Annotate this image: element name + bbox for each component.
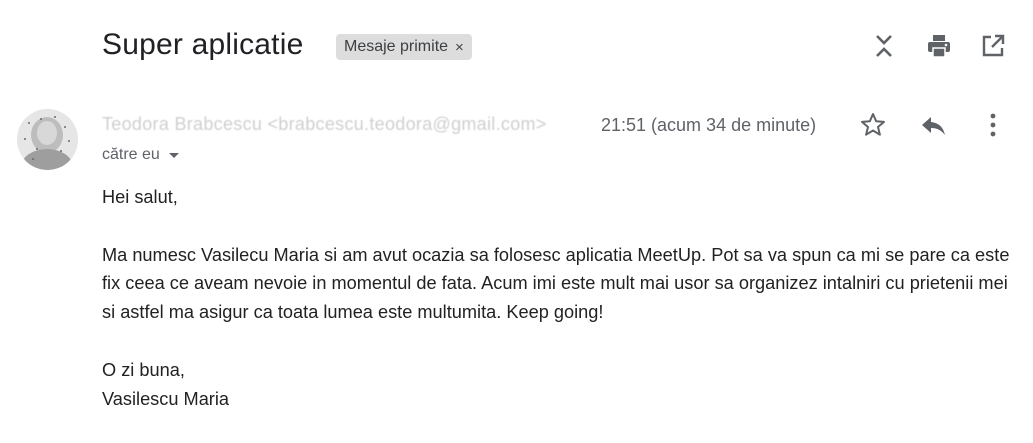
chevron-down-icon [168, 152, 179, 158]
collapse-all-icon[interactable] [870, 32, 898, 60]
body-paragraph: Ma numesc Vasilecu Maria si am avut ocaz… [102, 244, 1010, 323]
email-subject-title: Super aplicatie [102, 28, 304, 61]
label-chip-inbox[interactable]: Mesaje primite × [336, 34, 472, 60]
body-signature: Vasilescu Maria [102, 388, 230, 409]
star-icon[interactable] [858, 110, 888, 140]
remove-label-icon[interactable]: × [455, 39, 464, 56]
body-closing-block: O zi buna, Vasilescu Maria [102, 356, 1022, 414]
body-greeting: Hei salut, [102, 187, 178, 207]
body-closing: O zi buna, [102, 359, 185, 380]
sender-name-email[interactable]: Teodora Brabcescu <brabcescu.teodora@gma… [102, 114, 547, 135]
message-timestamp: 21:51 (acum 34 de minute) [601, 115, 817, 135]
recipient-label: către eu [102, 146, 160, 163]
more-vert-icon[interactable] [978, 110, 1008, 140]
label-chip-text: Mesaje primite [344, 38, 449, 55]
recipient-dropdown[interactable]: către eu [102, 146, 179, 164]
open-in-new-window-icon[interactable] [979, 32, 1007, 60]
message-body: Hei salut, Ma numesc Vasilecu Maria si a… [102, 183, 1022, 413]
sender-avatar[interactable] [17, 109, 78, 170]
reply-icon[interactable] [918, 110, 948, 140]
print-icon[interactable] [925, 32, 953, 60]
